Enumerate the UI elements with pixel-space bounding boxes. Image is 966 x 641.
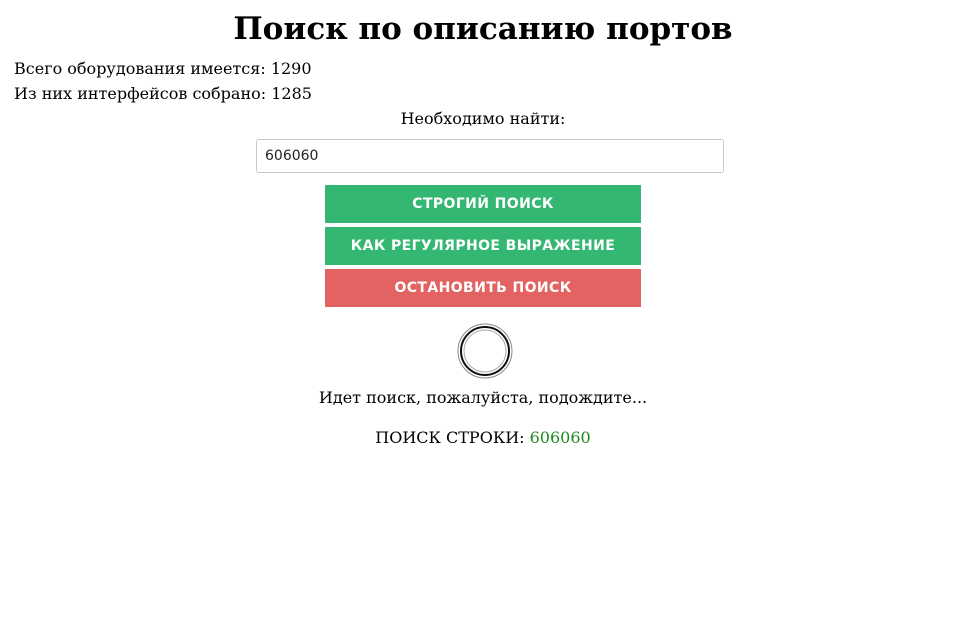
search-query-prefix: ПОИСК СТРОКИ: (375, 428, 530, 447)
search-prompt-label: Необходимо найти: (400, 109, 566, 128)
search-query-line: ПОИСК СТРОКИ: 606060 (0, 427, 966, 449)
page-title: Поиск по описанию портов (233, 11, 733, 47)
search-query-value: 606060 (529, 428, 591, 447)
stop-search-button[interactable]: ОСТАНОВИТЬ ПОИСК (325, 269, 641, 307)
search-status-text: Идет поиск, пожалуйста, подождите... (318, 388, 648, 407)
strict-search-button[interactable]: СТРОГИЙ ПОИСК (325, 185, 641, 223)
search-input[interactable] (256, 139, 724, 173)
total-equipment-text: Всего оборудования имеется: 1290 (14, 59, 312, 78)
loading-spinner-icon (457, 323, 513, 379)
page: Поиск по описанию портов Всего оборудова… (0, 0, 966, 641)
regex-search-button[interactable]: КАК РЕГУЛЯРНОЕ ВЫРАЖЕНИЕ (325, 227, 641, 265)
interfaces-collected-text: Из них интерфейсов собрано: 1285 (14, 84, 312, 103)
